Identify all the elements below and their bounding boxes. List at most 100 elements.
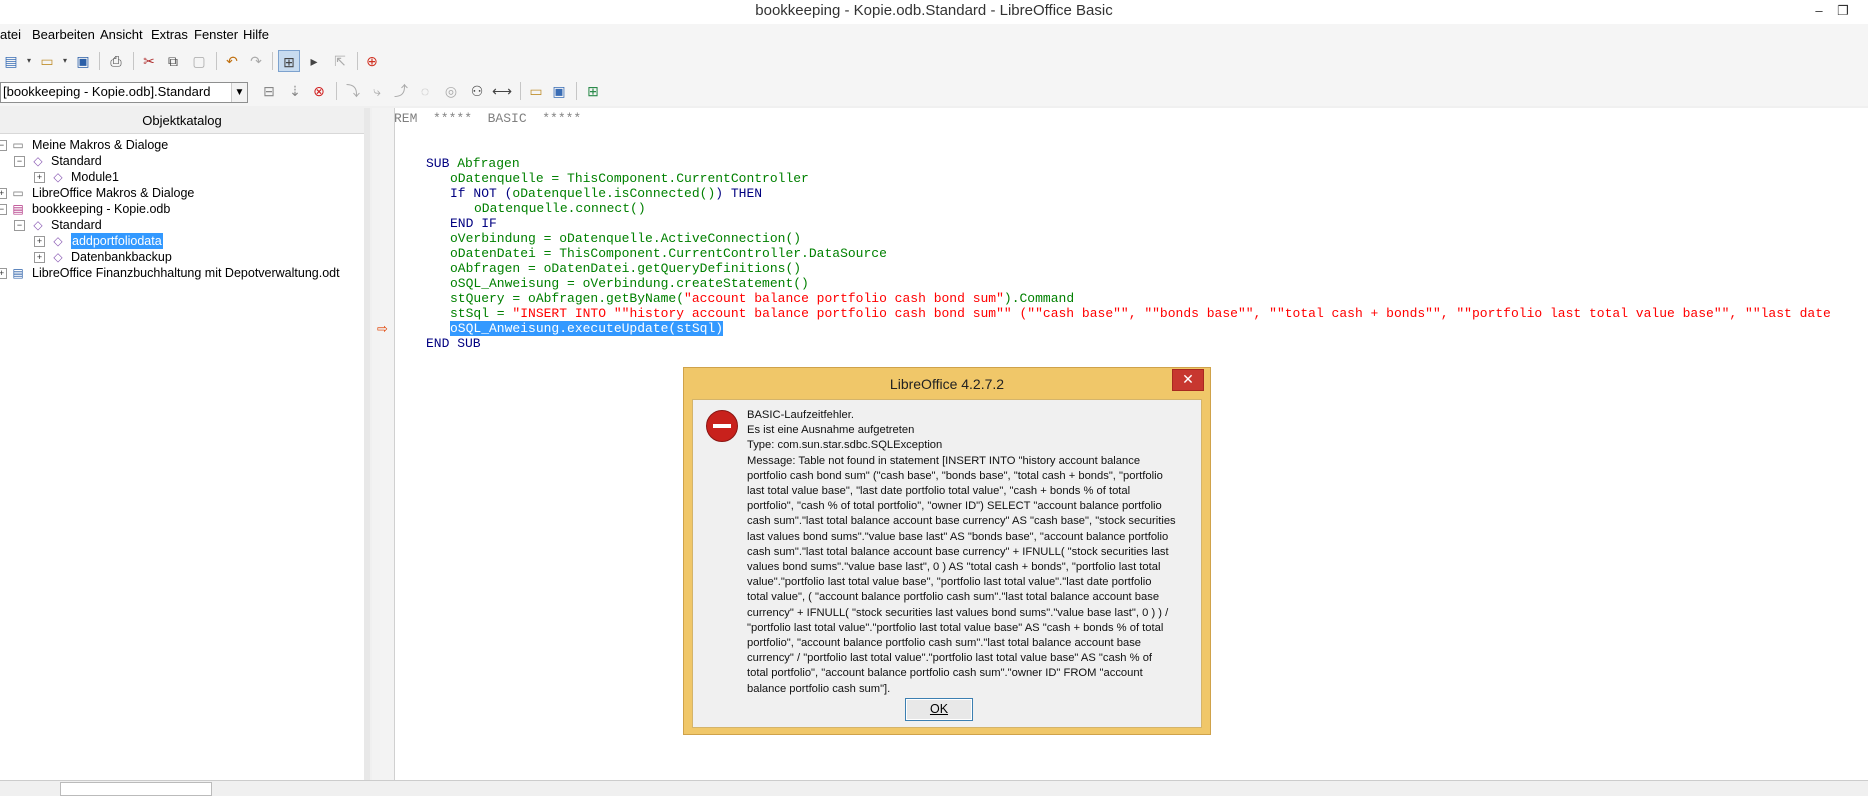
select-macro-icon[interactable]: ▸ (303, 50, 325, 72)
dialog-title: LibreOffice 4.2.7.2 (889, 376, 1005, 392)
tree-item-finanzbuchhaltung[interactable]: LibreOffice Finanzbuchhaltung mit Depotv… (32, 265, 340, 281)
tree-item-module1[interactable]: Module1 (71, 169, 119, 185)
minimize-button[interactable]: – (1808, 2, 1830, 20)
stsql-string: "INSERT INTO ""history account balance p… (512, 306, 1831, 321)
tree-item-addportfoliodata[interactable]: addportfoliodata (71, 233, 163, 249)
toolbar-separator (520, 82, 521, 100)
menu-bar: atei Bearbeiten Ansicht Extras Fenster H… (0, 24, 1868, 46)
tree-item-libreoffice-macros[interactable]: LibreOffice Makros & Dialoge (32, 185, 194, 201)
current-line-arrow-icon: ⇨ (377, 321, 388, 336)
text-document-icon: ▤ (12, 266, 24, 280)
code-line-sub: SUB Abfragen (426, 156, 520, 171)
print-icon[interactable]: ⎙ (105, 50, 127, 72)
watch-icon[interactable]: ⚇ (466, 80, 488, 102)
error-message-line: "portfolio last total value"."portfolio … (747, 621, 1164, 634)
object-catalog-header: Objektkatalog (0, 108, 364, 134)
menu-bearbeiten[interactable]: Bearbeiten (32, 27, 95, 42)
select-module-icon[interactable]: ⇱ (329, 50, 351, 72)
copy-icon[interactable]: ⧉ (162, 50, 184, 72)
error-message-line: total value", ( "account balance portfol… (747, 591, 1160, 604)
code-line-if: If NOT (oDatenquelle.isConnected()) THEN (450, 186, 762, 201)
manage-breakpoints-icon[interactable]: ◎ (440, 80, 462, 102)
tree-expander[interactable]: + (0, 188, 7, 199)
stquery-string: "account balance portfolio cash bond sum… (684, 291, 1004, 306)
save-icon[interactable]: ▣ (72, 50, 94, 72)
menu-ansicht[interactable]: Ansicht (100, 27, 143, 42)
import-dialog-icon[interactable]: ⊞ (582, 80, 604, 102)
stop-icon[interactable]: ⊗ (308, 80, 330, 102)
code-line-stsql: stSql = "INSERT INTO ""history account b… (450, 306, 1831, 321)
ok-button[interactable]: OK (905, 698, 973, 721)
error-message-line: value"."portfolio last total value base"… (747, 576, 1152, 589)
tree-expander[interactable]: − (14, 220, 25, 231)
undo-icon[interactable]: ↶ (221, 50, 243, 72)
insert-source-icon[interactable]: ▭ (525, 80, 547, 102)
stquery-assign: stQuery = oAbfragen.getByName( (450, 291, 685, 306)
tree-expander[interactable]: + (0, 268, 7, 279)
error-message-line: currency" / "portfolio last total value"… (747, 652, 1153, 665)
tree-expander[interactable]: + (34, 252, 45, 263)
library-selector[interactable]: [bookkeeping - Kopie.odb].Standard ▼ (0, 82, 248, 103)
tree-expander[interactable]: + (34, 172, 45, 183)
if-condition: oDatenquelle.isConnected() (512, 186, 716, 201)
cut-icon[interactable]: ✂ (138, 50, 160, 72)
code-line-verbindung: oVerbindung = oDatenquelle.ActiveConnect… (450, 231, 802, 246)
database-document-icon: ▤ (12, 202, 24, 216)
tree-expander[interactable]: − (14, 156, 25, 167)
menu-extras[interactable]: Extras (151, 27, 188, 42)
code-line-connect: oDatenquelle.connect() (474, 201, 646, 216)
error-message-line: values bond sums"."value base last", 0 )… (747, 561, 1161, 573)
code-line-executeupdate: oSQL_Anweisung.executeUpdate(stSql) (450, 321, 724, 336)
compile-icon[interactable]: ⊟ (258, 80, 280, 102)
chevron-down-icon[interactable]: ▼ (231, 83, 247, 102)
error-message-line: last values bond sums"."value base last"… (747, 530, 1169, 543)
redo-icon[interactable]: ↷ (245, 50, 267, 72)
step-over-icon[interactable]: ⤷ (366, 80, 388, 102)
step-into-icon[interactable]: ⤵ (342, 80, 364, 102)
tree-item-standard[interactable]: Standard (51, 153, 102, 169)
stsql-assign: stSql = (450, 306, 513, 321)
sub-name: Abfragen (449, 156, 520, 171)
menu-hilfe[interactable]: Hilfe (243, 27, 269, 42)
pane-splitter[interactable] (364, 108, 370, 780)
run-icon[interactable]: ⇣ (284, 80, 306, 102)
toolbar-separator (357, 52, 358, 70)
error-message-line: portfolio", "account balance portfolio c… (747, 637, 1142, 649)
toolbar-separator (576, 82, 577, 100)
tree-item-datenbankbackup[interactable]: Datenbankbackup (71, 249, 172, 265)
save-source-icon[interactable]: ▣ (548, 80, 570, 102)
object-catalog-icon[interactable]: ⊞ (278, 50, 300, 72)
find-parentheses-icon[interactable]: ⟷ (491, 80, 513, 102)
tree-expander[interactable]: + (34, 236, 45, 247)
menu-fenster[interactable]: Fenster (194, 27, 238, 42)
paste-icon[interactable]: ▢ (188, 50, 210, 72)
dialog-close-button[interactable]: ✕ (1172, 369, 1204, 391)
error-message-line: cash sum"."last total balance account ba… (747, 545, 1169, 558)
macro-container-icon: ▭ (12, 186, 24, 200)
tree-expander[interactable]: − (0, 140, 7, 151)
tree-item-my-macros[interactable]: Meine Makros & Dialoge (32, 137, 168, 153)
keyword-if-not: If NOT ( (450, 186, 513, 201)
error-message-line: cash sum"."last total balance account ba… (747, 515, 1176, 528)
object-catalog-panel: Objektkatalog − ▭ Meine Makros & Dialoge… (0, 108, 365, 780)
toolbar-separator (216, 52, 217, 70)
menu-datei[interactable]: atei (0, 27, 21, 42)
breakpoint-icon[interactable]: ◌ (414, 80, 436, 102)
step-out-icon[interactable]: ⤴ (390, 80, 412, 102)
help-lifebuoy-icon[interactable]: ⊕ (361, 50, 383, 72)
dialog-body: BASIC-Laufzeitfehler. Es ist eine Ausnah… (692, 399, 1202, 728)
macro-container-icon: ▭ (12, 138, 24, 152)
editor-gutter[interactable] (372, 108, 395, 780)
code-line-endif: END IF (450, 216, 497, 231)
tree-item-standard[interactable]: Standard (51, 217, 102, 233)
restore-button[interactable]: ❐ (1832, 2, 1854, 20)
toolbar-separator (99, 52, 100, 70)
module-icon: ◇ (53, 170, 63, 184)
library-selector-value: [bookkeeping - Kopie.odb].Standard (3, 84, 211, 99)
error-message-line: BASIC-Laufzeitfehler. (747, 409, 854, 421)
error-message-line: balance portfolio cash sum"]. (747, 682, 891, 695)
tree-item-bookkeeping[interactable]: bookkeeping - Kopie.odb (32, 201, 170, 217)
tree-expander[interactable]: − (0, 204, 7, 215)
error-message-line: portfolio cash bond sum" ("cash base", "… (747, 469, 1163, 482)
code-line-stquery: stQuery = oAbfragen.getByName("account b… (450, 291, 1074, 306)
